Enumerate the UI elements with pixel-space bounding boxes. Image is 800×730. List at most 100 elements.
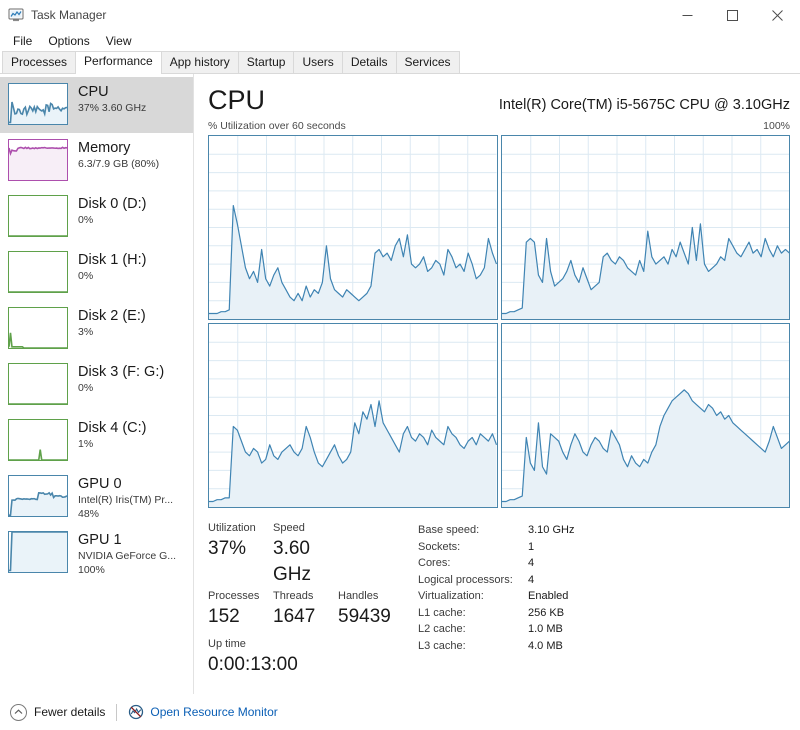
close-button[interactable] (755, 0, 800, 30)
window-buttons (665, 0, 800, 30)
spec-row: L3 cache: 4.0 MB (418, 638, 790, 655)
maximize-button[interactable] (710, 0, 755, 30)
spec-value: 4 (528, 573, 535, 586)
sidebar-item-title: Disk 1 (H:) (78, 252, 147, 268)
tab-users[interactable]: Users (293, 51, 343, 73)
cpu-graph-0[interactable] (208, 135, 498, 320)
stat-handles: Handles 59439 (338, 588, 408, 630)
stat-row-2: Processes 152 Threads 1647 Handles 59439 (208, 588, 408, 630)
stats-area: Utilization 37% Speed 3.60 GHz Processes… (208, 520, 790, 678)
spec-label: Base speed: (418, 524, 480, 536)
stat-speed-value: 3.60 GHz (273, 538, 311, 585)
open-resource-monitor-label: Open Resource Monitor (150, 705, 278, 719)
spec-label: L2 cache: (418, 623, 466, 635)
sidebar-item-cpu[interactable]: CPU 37% 3.60 GHz (0, 77, 193, 133)
sidebar-item-title: Disk 4 (C:) (78, 420, 147, 436)
system-specs: Base speed: 3.10 GHz Sockets: 1 Cores: 4 Logic… (408, 520, 790, 678)
stat-processes-value: 152 (208, 606, 240, 627)
menu-bar: File Options View (0, 30, 800, 52)
stat-uptime-value: 0:00:13:00 (208, 654, 298, 675)
sidebar-item-title: Disk 0 (D:) (78, 196, 147, 212)
sidebar-thumbnail-graph (8, 139, 68, 181)
resource-monitor-icon (128, 704, 144, 720)
spec-value: 1 (528, 540, 535, 553)
sidebar-item-detail: 0% (78, 382, 94, 394)
sidebar-thumbnail-graph (8, 363, 68, 405)
task-manager-window: Task Manager File Options View Processes… (0, 0, 800, 730)
task-manager-icon (8, 7, 24, 23)
stat-speed-label: Speed (273, 522, 305, 534)
spec-row: Base speed: 3.10 GHz (418, 522, 790, 539)
menu-view[interactable]: View (98, 32, 140, 50)
stat-threads-value: 1647 (273, 606, 316, 627)
spec-row: L1 cache: 256 KB (418, 605, 790, 622)
spec-row: L2 cache: 1.0 MB (418, 621, 790, 638)
sidebar-item-usage: 48% (78, 508, 100, 520)
cpu-graph-2[interactable] (208, 323, 498, 508)
axis-label-max: 100% (763, 120, 790, 132)
window-title: Task Manager (31, 8, 107, 22)
sidebar-item-disk-3-f-g[interactable]: Disk 3 (F: G:) 0% (0, 357, 193, 413)
fewer-details-label: Fewer details (34, 705, 106, 719)
sidebar-item-detail: 6.3/7.9 GB (80%) (78, 158, 160, 170)
spec-label: Virtualization: (418, 590, 484, 602)
tab-services[interactable]: Services (395, 51, 460, 73)
tab-details[interactable]: Details (341, 51, 397, 73)
sidebar-item-disk-0-d[interactable]: Disk 0 (D:) 0% (0, 189, 193, 245)
sidebar-item-disk-1-h[interactable]: Disk 1 (H:) 0% (0, 245, 193, 301)
content-area: CPU 37% 3.60 GHz Memory 6.3/7.9 GB (80%) Dis… (0, 74, 800, 694)
stat-utilization: Utilization 37% (208, 520, 273, 588)
sidebar-thumbnail-graph (8, 307, 68, 349)
sidebar-item-disk-4-c[interactable]: Disk 4 (C:) 1% (0, 413, 193, 469)
tab-performance[interactable]: Performance (75, 51, 162, 74)
tab-strip: Processes Performance App history Startu… (0, 51, 800, 74)
menu-options[interactable]: Options (40, 32, 97, 50)
stat-threads-label: Threads (273, 590, 314, 602)
stat-speed: Speed 3.60 GHz (273, 520, 338, 588)
minimize-button[interactable] (665, 0, 710, 30)
sidebar-item-detail: 3% (78, 326, 94, 338)
sidebar-item-detail: 0% (78, 214, 94, 226)
spec-label: L1 cache: (418, 606, 466, 619)
performance-detail-panel: CPU Intel(R) Core(TM) i5-5675C CPU @ 3.1… (194, 74, 800, 694)
sidebar-item-title: GPU 1 (78, 532, 122, 548)
sidebar-item-memory[interactable]: Memory 6.3/7.9 GB (80%) (0, 133, 193, 189)
sidebar-thumbnail-graph (8, 195, 68, 237)
tab-processes[interactable]: Processes (2, 51, 77, 73)
stat-processes: Processes 152 (208, 588, 273, 630)
logical-processor-graphs[interactable] (208, 135, 790, 508)
sidebar-thumbnail-graph (8, 531, 68, 573)
spec-label: Logical processors: (418, 573, 513, 586)
stat-processes-label: Processes (208, 590, 260, 602)
sidebar-item-title: Disk 2 (E:) (78, 308, 146, 324)
stat-row-1: Utilization 37% Speed 3.60 GHz (208, 520, 408, 588)
stat-handles-label: Handles (338, 590, 379, 602)
sidebar-thumbnail-graph (8, 419, 68, 461)
tab-startup[interactable]: Startup (237, 51, 295, 73)
title-bar: Task Manager (0, 0, 800, 30)
sidebar-thumbnail-graph (8, 83, 68, 125)
sidebar-item-detail: 37% 3.60 GHz (78, 102, 147, 114)
sidebar-item-detail: 1% (78, 438, 94, 450)
resource-list[interactable]: CPU 37% 3.60 GHz Memory 6.3/7.9 GB (80%) Dis… (0, 74, 194, 694)
spec-row: Logical processors: 4 (418, 572, 790, 589)
cpu-graph-1[interactable] (500, 135, 790, 320)
open-resource-monitor-link[interactable]: Open Resource Monitor (128, 704, 278, 720)
sidebar-item-gpu-1[interactable]: GPU 1 NVIDIA GeForce G... 100% (0, 525, 193, 581)
axis-label-x: % Utilization over 60 seconds (208, 120, 346, 132)
menu-file[interactable]: File (5, 32, 40, 50)
sidebar-item-title: GPU 0 (78, 476, 122, 492)
spec-label: Cores: (418, 557, 451, 569)
spec-value: 4 (528, 557, 535, 569)
sidebar-item-disk-2-e[interactable]: Disk 2 (E:) 3% (0, 301, 193, 357)
sidebar-thumbnail-graph (8, 475, 68, 517)
stats-primary: Utilization 37% Speed 3.60 GHz Processes… (208, 520, 408, 678)
fewer-details-button[interactable]: Fewer details (10, 703, 106, 721)
chevron-up-icon (10, 703, 27, 721)
sidebar-item-gpu-0[interactable]: GPU 0 Intel(R) Iris(TM) Pr... 48% (0, 469, 193, 525)
cpu-graph-3[interactable] (500, 323, 790, 508)
spec-row: Virtualization: Enabled (418, 588, 790, 605)
stat-utilization-label: Utilization (208, 522, 256, 534)
tab-app-history[interactable]: App history (160, 51, 239, 73)
cpu-model-label: Intel(R) Core(TM) i5-5675C CPU @ 3.10GHz (498, 97, 790, 113)
